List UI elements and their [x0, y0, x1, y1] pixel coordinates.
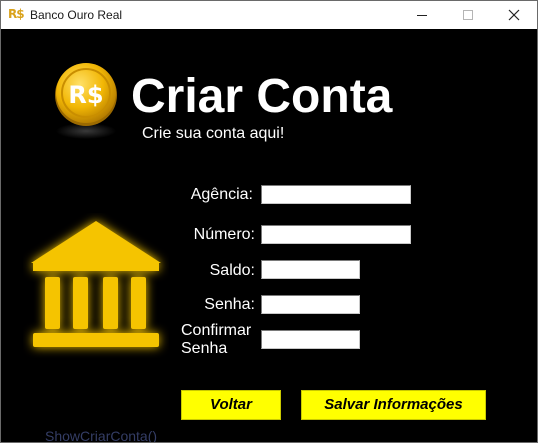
- window-title: Banco Ouro Real: [30, 8, 123, 22]
- title-bar[interactable]: R$ Banco Ouro Real: [1, 1, 537, 29]
- agencia-input[interactable]: [261, 185, 411, 204]
- minimize-icon: [417, 15, 427, 16]
- agencia-label: Agência:: [190, 186, 253, 203]
- senha-input[interactable]: [261, 295, 360, 314]
- app-window: R$ Banco Ouro Real R$ Criar Conta Crie s…: [0, 0, 538, 443]
- coin-icon: R$: [55, 63, 117, 139]
- create-account-panel: R$ Criar Conta Crie sua conta aqui! Agên…: [1, 29, 537, 442]
- maximize-icon: [463, 10, 473, 20]
- page-title: Criar Conta: [131, 70, 393, 123]
- confirmar-senha-input[interactable]: [261, 330, 360, 349]
- page-subtitle: Crie sua conta aqui!: [142, 125, 285, 142]
- close-button[interactable]: [491, 1, 537, 29]
- app-logo-icon: R$: [8, 7, 25, 21]
- saldo-label: Saldo:: [209, 262, 255, 279]
- close-icon: [508, 9, 520, 21]
- numero-input[interactable]: [261, 225, 411, 244]
- minimize-button[interactable]: [399, 1, 445, 29]
- maximize-button[interactable]: [445, 1, 491, 29]
- bank-building-icon: [31, 221, 161, 347]
- back-button[interactable]: Voltar: [181, 390, 281, 420]
- coin-symbol: R$: [68, 81, 103, 109]
- background-code-text: ShowCriarConta(): [45, 428, 158, 443]
- confirmar-senha-label: Confirmar Senha: [181, 322, 252, 357]
- senha-label: Senha:: [204, 296, 255, 313]
- saldo-input[interactable]: [261, 260, 360, 279]
- save-info-button[interactable]: Salvar Informações: [301, 390, 486, 420]
- numero-label: Número:: [193, 226, 255, 243]
